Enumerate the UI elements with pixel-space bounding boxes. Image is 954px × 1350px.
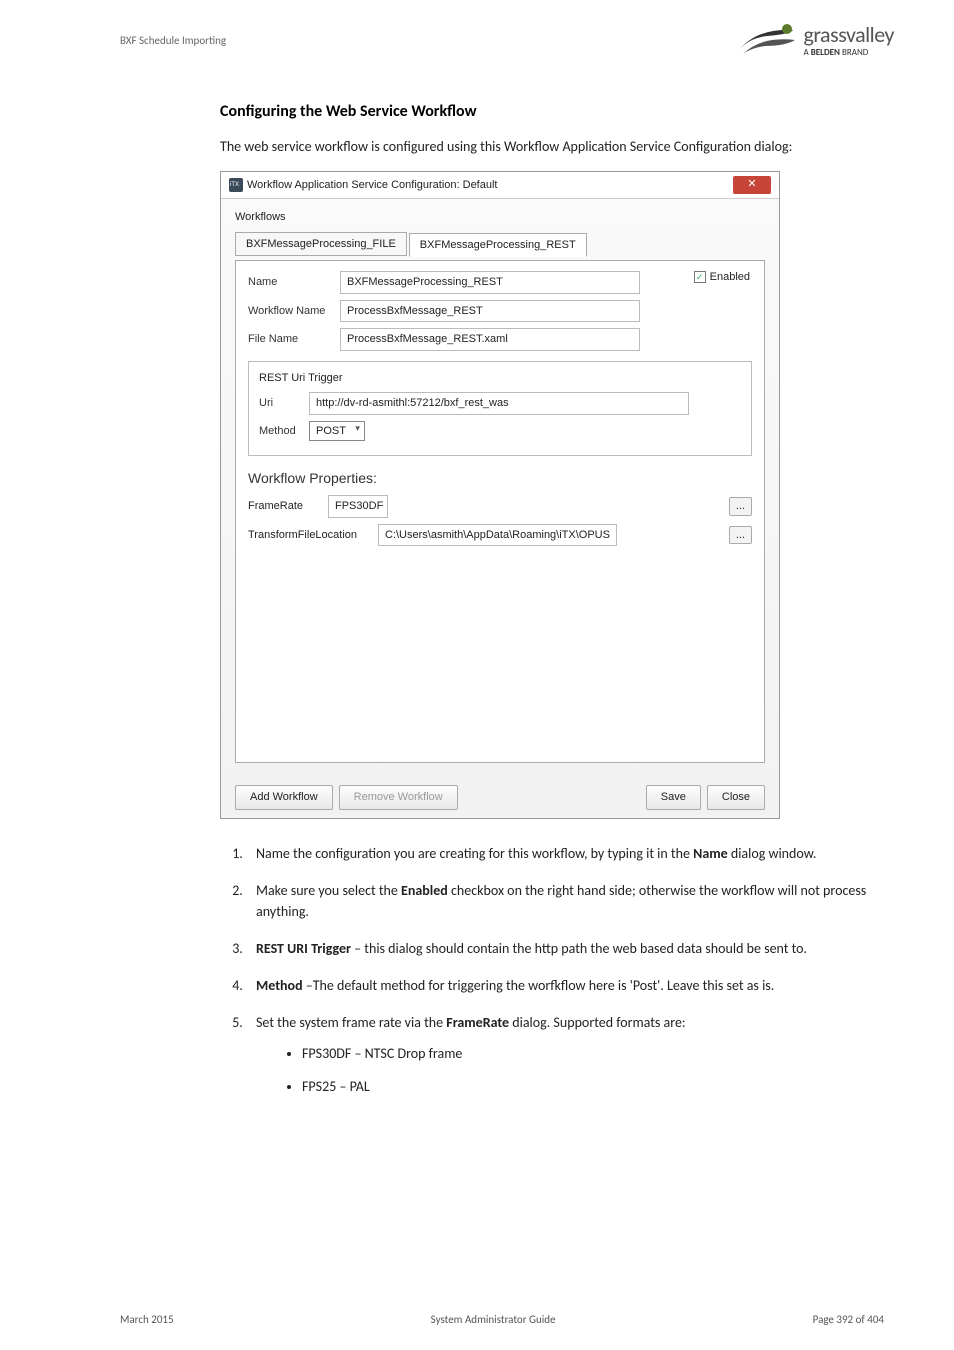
framerate-browse-button[interactable]: ... [729,497,752,516]
method-select[interactable]: POST [309,421,365,442]
footer-page: Page 392 of 404 [813,1313,884,1326]
transform-field[interactable]: C:\Users\asmith\AppData\Roaming\iTX\OPUS [378,524,617,547]
framerate-label: FrameRate [248,498,318,515]
grassvalley-logo-icon [737,20,797,60]
dialog-titlebar: Workflow Application Service Configurati… [221,172,779,199]
transform-browse-button[interactable]: ... [729,526,752,545]
close-icon[interactable]: ✕ [733,176,771,194]
workflow-name-field[interactable]: ProcessBxfMessage_REST [340,300,640,323]
name-field[interactable]: BXFMessageProcessing_REST [340,271,640,294]
section-title: BXF Schedule Importing [120,34,226,47]
enabled-label: Enabled [710,269,750,286]
transform-label: TransformFileLocation [248,527,368,544]
page-heading: Configuring the Web Service Workflow [220,100,874,124]
remove-workflow-button[interactable]: Remove Workflow [339,785,458,810]
page-header: BXF Schedule Importing grassvalley A BEL… [0,0,954,70]
rest-uri-trigger-group: REST Uri Trigger Urihttp://dv-rd-asmithl… [248,361,752,457]
uri-field[interactable]: http://dv-rd-asmithl:57212/bxf_rest_was [309,392,689,415]
tab-file[interactable]: BXFMessageProcessing_FILE [235,232,407,257]
step-3: REST URI Trigger – this dialog should co… [246,938,874,959]
framerate-field[interactable]: FPS30DF [328,495,388,518]
save-button[interactable]: Save [646,785,701,810]
step-4: Method –The default method for triggerin… [246,975,874,996]
logo-sub-text: A BELDEN BRAND [803,48,894,57]
rest-group-title: REST Uri Trigger [259,370,741,387]
sub-fps30df: FPS30DF – NTSC Drop frame [302,1043,874,1064]
footer-title: System Administrator Guide [431,1313,556,1326]
intro-text: The web service workflow is configured u… [220,136,874,157]
file-name-field[interactable]: ProcessBxfMessage_REST.xaml [340,328,640,351]
page-footer: March 2015 System Administrator Guide Pa… [0,1313,954,1326]
workflow-tabs: BXFMessageProcessing_FILE BXFMessageProc… [235,232,765,257]
logo-block: grassvalley A BELDEN BRAND [737,20,894,60]
add-workflow-button[interactable]: Add Workflow [235,785,333,810]
workflows-label: Workflows [235,209,765,226]
step-2: Make sure you select the Enabled checkbo… [246,880,874,922]
file-name-label: File Name [248,331,340,348]
config-dialog-screenshot: Workflow Application Service Configurati… [220,171,780,819]
name-label: Name [248,274,340,291]
content-area: Configuring the Web Service Workflow The… [0,70,954,1097]
sub-fps25: FPS25 – PAL [302,1076,874,1097]
app-icon [229,178,243,192]
method-label: Method [259,423,309,440]
close-button[interactable]: Close [707,785,765,810]
instruction-list: Name the configuration you are creating … [246,843,874,1097]
workflow-name-label: Workflow Name [248,303,340,320]
dialog-title: Workflow Application Service Configurati… [247,179,497,191]
enabled-checkbox[interactable]: ✓ [694,271,706,283]
tab-rest[interactable]: BXFMessageProcessing_REST [409,233,587,258]
workflow-properties-title: Workflow Properties: [248,468,752,489]
uri-label: Uri [259,395,309,412]
step-5: Set the system frame rate via the FrameR… [246,1012,874,1097]
step-1: Name the configuration you are creating … [246,843,874,864]
footer-date: March 2015 [120,1313,174,1326]
logo-main-text: grassvalley [803,24,894,46]
